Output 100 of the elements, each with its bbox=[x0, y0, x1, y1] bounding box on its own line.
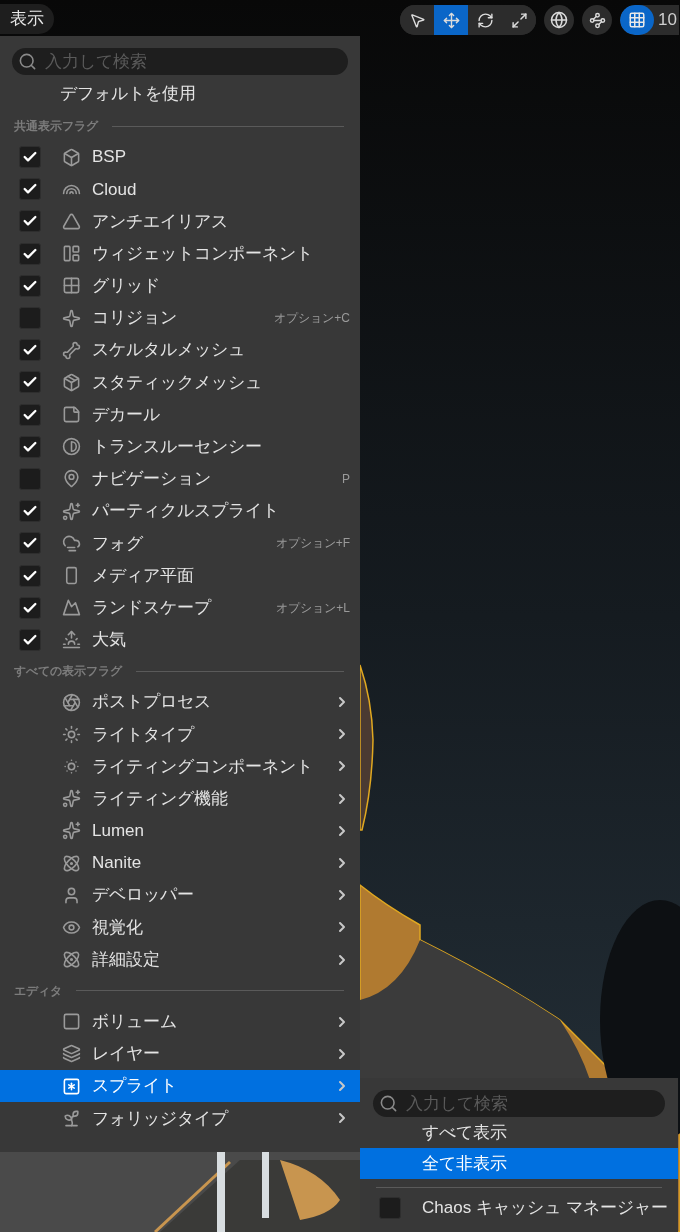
checkbox[interactable] bbox=[19, 403, 41, 426]
search-field[interactable]: 入力して検索 bbox=[373, 1090, 665, 1117]
menu-item-label: Nanite bbox=[92, 852, 142, 875]
section-header: すべての表示フラグ bbox=[14, 663, 122, 680]
search-icon bbox=[18, 52, 37, 71]
menu-item-label: ナビゲーション bbox=[92, 468, 211, 491]
atom-icon bbox=[62, 853, 81, 873]
menu-item[interactable]: トランスルーセンシー bbox=[0, 430, 360, 463]
menu-item[interactable]: レイヤー bbox=[0, 1037, 360, 1071]
grid-icon bbox=[628, 11, 646, 29]
menu-item[interactable]: フォグ オプション+F bbox=[0, 527, 360, 560]
scale-icon bbox=[510, 11, 528, 29]
menu-item-label: ライティングコンポーネント bbox=[92, 755, 313, 778]
search-icon bbox=[379, 1094, 398, 1113]
checkbox[interactable] bbox=[19, 500, 41, 523]
menu-item[interactable]: スプライト bbox=[0, 1070, 360, 1103]
menu-item[interactable]: ライトタイプ bbox=[0, 718, 360, 751]
menu-item[interactable]: デカール bbox=[0, 398, 360, 431]
burst-icon bbox=[62, 308, 81, 328]
menu-item[interactable]: アンチエイリアス bbox=[0, 205, 360, 238]
checkbox[interactable] bbox=[19, 339, 41, 362]
grid-snap-button[interactable] bbox=[620, 5, 654, 35]
menu-item-label: スタティックメッシュ bbox=[92, 371, 262, 394]
checkbox[interactable] bbox=[19, 274, 41, 297]
menu-item[interactable]: ライティングコンポーネント bbox=[0, 750, 360, 783]
checkbox[interactable] bbox=[19, 596, 41, 619]
menu-item[interactable]: ナビゲーション P bbox=[0, 462, 360, 496]
globe-icon bbox=[550, 11, 568, 29]
menu-item[interactable]: 詳細設定 bbox=[0, 943, 360, 976]
menu-item[interactable]: ランドスケープ オプション+L bbox=[0, 591, 360, 624]
box-icon bbox=[62, 147, 81, 167]
menu-item-label: パーティクルスプライト bbox=[92, 500, 279, 523]
fog-icon bbox=[62, 533, 81, 553]
package-icon bbox=[62, 372, 81, 392]
shortcut-label: P bbox=[342, 470, 350, 488]
sticker-icon bbox=[62, 405, 81, 425]
menu-item-label: トランスルーセンシー bbox=[92, 436, 262, 459]
menu-item[interactable]: すべて表示 bbox=[360, 1117, 678, 1148]
search-field[interactable]: 入力して検索 bbox=[12, 48, 348, 75]
rotate-icon bbox=[476, 11, 494, 29]
nodes-icon bbox=[588, 11, 606, 29]
menu-item-label: 詳細設定 bbox=[92, 948, 160, 971]
menu-item[interactable]: Cloud bbox=[0, 173, 360, 206]
menu-item[interactable]: スケルタルメッシュ bbox=[0, 334, 360, 367]
sun-icon bbox=[62, 724, 81, 744]
checkbox[interactable] bbox=[19, 178, 41, 201]
aperture-icon bbox=[62, 692, 81, 712]
menu-item[interactable]: ポストプロセス bbox=[0, 686, 360, 719]
menu-item-label: ポストプロセス bbox=[92, 691, 211, 714]
menu-item-label: デベロッパー bbox=[92, 884, 194, 907]
menu-item[interactable]: ウィジェットコンポーネント bbox=[0, 237, 360, 270]
menu-item[interactable]: フォリッジタイプ bbox=[0, 1102, 360, 1135]
menu-item-label: コリジョン bbox=[92, 307, 177, 330]
menu-item-label: 大気 bbox=[92, 629, 126, 652]
menu-item[interactable]: コリジョン オプション+C bbox=[0, 301, 360, 335]
half-circle-icon bbox=[62, 437, 81, 457]
checkbox[interactable] bbox=[19, 435, 41, 458]
checkbox[interactable] bbox=[379, 1197, 401, 1219]
checkbox[interactable] bbox=[19, 307, 41, 330]
menu-item-label: ライトタイプ bbox=[92, 723, 194, 746]
menu-item[interactable]: グリッド bbox=[0, 269, 360, 302]
asterisk-icon bbox=[62, 1076, 81, 1096]
menu-item[interactable]: ライティング機能 bbox=[0, 782, 360, 815]
menu-item-label: 視覚化 bbox=[92, 916, 143, 939]
menu-item[interactable]: デフォルトを使用 bbox=[0, 77, 360, 111]
checkbox[interactable] bbox=[19, 146, 41, 169]
checkbox[interactable] bbox=[19, 210, 41, 233]
menu-item-label: Chaos キャッシュ マネージャー bbox=[422, 1197, 668, 1220]
menu-item-label: デカール bbox=[92, 403, 160, 426]
menu-item[interactable]: 全て非表示 bbox=[360, 1148, 678, 1179]
menu-item-label: BSP bbox=[92, 146, 127, 169]
menu-item[interactable]: 視覚化 bbox=[0, 911, 360, 944]
checkbox[interactable] bbox=[19, 532, 41, 555]
section-header: エディタ bbox=[14, 982, 62, 1000]
mountain-icon bbox=[62, 598, 81, 618]
shortcut-label: オプション+C bbox=[274, 310, 350, 328]
view-menu-button[interactable]: 表示 bbox=[0, 4, 54, 34]
checkbox[interactable] bbox=[19, 242, 41, 265]
bone-icon bbox=[62, 340, 81, 360]
menu-item[interactable]: パーティクルスプライト bbox=[0, 495, 360, 528]
checkbox[interactable] bbox=[19, 564, 41, 587]
menu-item[interactable]: Lumen bbox=[0, 814, 360, 847]
menu-item[interactable]: 大気 bbox=[0, 623, 360, 656]
menu-item[interactable]: スタティックメッシュ bbox=[0, 366, 360, 399]
square-icon bbox=[62, 1012, 81, 1032]
checkbox[interactable] bbox=[19, 628, 41, 651]
checkbox[interactable] bbox=[19, 371, 41, 394]
panel-icon bbox=[62, 244, 81, 264]
user-icon bbox=[62, 885, 81, 905]
menu-item[interactable]: メディア平面 bbox=[0, 559, 360, 592]
checkbox[interactable] bbox=[19, 467, 41, 490]
menu-item[interactable]: Nanite bbox=[0, 846, 360, 880]
menu-item-label: メディア平面 bbox=[92, 564, 194, 587]
menu-item[interactable]: BSP bbox=[0, 141, 360, 174]
menu-item-label: フォリッジタイプ bbox=[92, 1107, 228, 1130]
menu-item[interactable]: ボリューム bbox=[0, 1005, 360, 1038]
menu-item-label: ランドスケープ bbox=[92, 596, 211, 619]
layers-icon bbox=[62, 1044, 81, 1064]
menu-item-label: グリッド bbox=[92, 275, 160, 298]
menu-item[interactable]: デベロッパー bbox=[0, 879, 360, 912]
